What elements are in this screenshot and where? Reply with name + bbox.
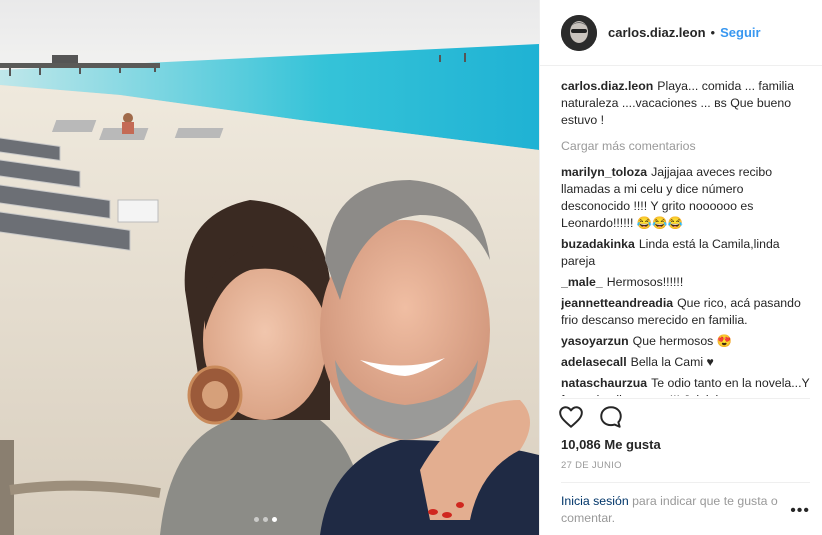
divider — [561, 398, 810, 399]
carousel-indicator — [254, 517, 277, 522]
post-header: carlos.diaz.leon • Seguir — [540, 0, 822, 66]
caption-author[interactable]: carlos.diaz.leon — [561, 79, 653, 93]
comment-item: yasoyarzun Que hermosos 😍 — [561, 333, 811, 350]
beach-selfie-image — [0, 0, 539, 535]
post-photo[interactable] — [0, 0, 539, 535]
load-more-comments-button[interactable]: Cargar más comentarios — [561, 138, 811, 155]
comment-text: Que hermosos 😍 — [632, 334, 733, 348]
comment-author[interactable]: nataschaurzua — [561, 376, 647, 390]
comment-author[interactable]: marilyn_toloza — [561, 165, 647, 179]
comment-item: marilyn_toloza Jajjajaa aveces recibo lla… — [561, 164, 811, 232]
comment-author[interactable]: _male_ — [561, 275, 603, 289]
post-username[interactable]: carlos.diaz.leon — [608, 25, 706, 40]
follow-button[interactable]: Seguir — [720, 25, 760, 40]
comment-item: _male_ Hermosos!!!!!! — [561, 274, 811, 291]
comment-author[interactable]: buzadakinka — [561, 237, 635, 251]
carousel-dot-active — [272, 517, 277, 522]
comment-author[interactable]: jeannetteandreadia — [561, 296, 673, 310]
post-caption: carlos.diaz.leon Playa... comida ... fami… — [561, 78, 811, 129]
carousel-dot — [254, 517, 259, 522]
comment-author[interactable]: yasoyarzun — [561, 334, 629, 348]
login-prompt: Inicia sesión para indicar que te gusta … — [561, 493, 791, 527]
post-actions — [558, 404, 624, 430]
comment-text: Hermosos!!!!!! — [606, 275, 684, 289]
more-options-icon[interactable]: ••• — [790, 503, 810, 519]
likes-count[interactable]: 10,086 Me gusta — [561, 437, 661, 452]
heart-icon[interactable] — [558, 404, 584, 430]
divider — [561, 482, 810, 483]
comment-item: nataschaurzua Te odio tanto en la novela.… — [561, 375, 811, 396]
comment-item: jeannetteandreadia Que rico, acá pasando … — [561, 295, 811, 329]
avatar[interactable] — [561, 14, 597, 51]
login-link[interactable]: Inicia sesión — [561, 494, 629, 508]
comments-list[interactable]: carlos.diaz.leon Playa... comida ... fami… — [561, 78, 811, 396]
comment-item: adelasecall Bella la Cami ♥ — [561, 354, 811, 371]
post-date[interactable]: 27 DE JUNIO — [561, 460, 622, 471]
comment-author[interactable]: adelasecall — [561, 355, 627, 369]
header-separator: • — [710, 25, 716, 40]
comment-text: Bella la Cami ♥ — [630, 355, 714, 369]
comment-bubble-icon[interactable] — [598, 404, 624, 430]
carousel-dot — [263, 517, 268, 522]
comment-item: buzadakinka Linda está la Camila,linda pa… — [561, 236, 811, 270]
profile-picture — [561, 14, 597, 51]
post-details-panel: carlos.diaz.leon • Seguir carlos.diaz.le… — [539, 0, 822, 535]
